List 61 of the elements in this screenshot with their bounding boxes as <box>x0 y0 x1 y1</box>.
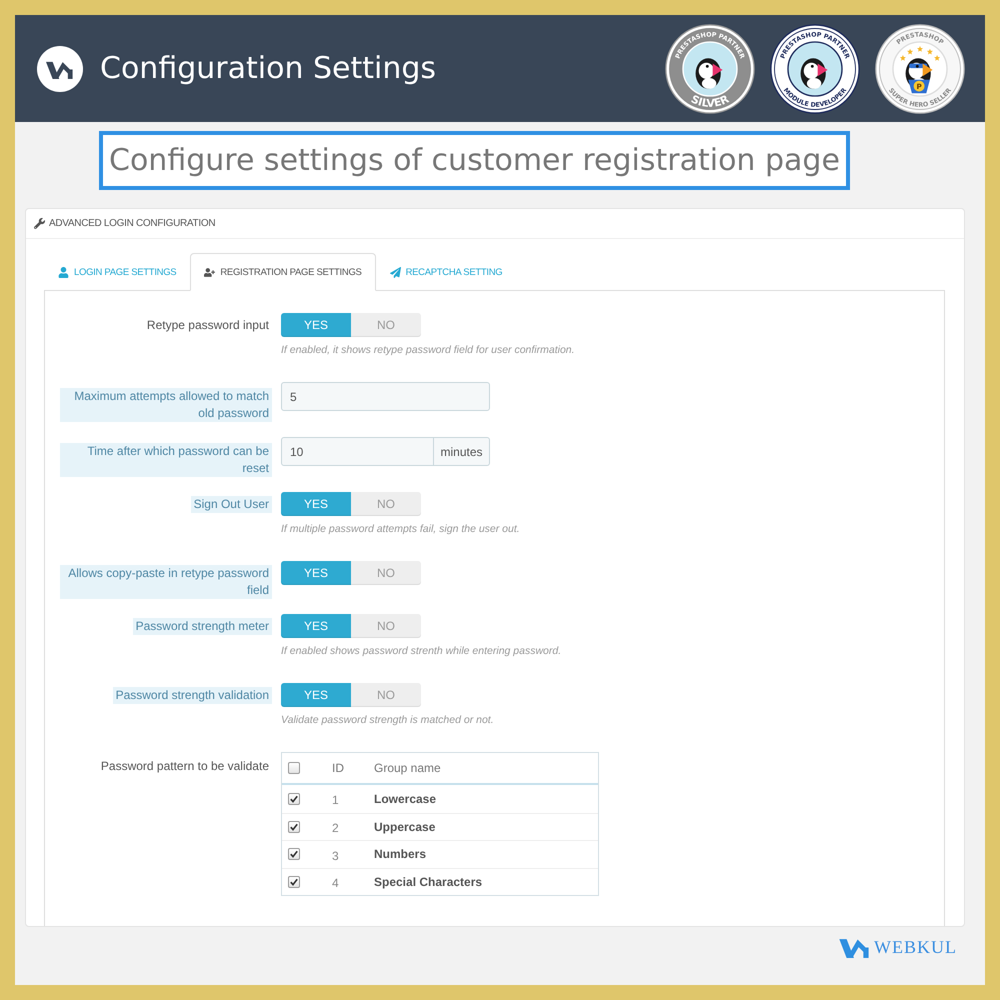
text-input[interactable]: 5 <box>281 382 490 411</box>
switch-option[interactable]: NO <box>351 614 421 638</box>
text-input[interactable]: 10 <box>281 437 434 466</box>
emblem-letter: P <box>916 81 922 90</box>
check-icon <box>290 822 298 831</box>
switch-option[interactable]: NO <box>351 561 421 585</box>
field-label: Password strength meter <box>132 618 272 635</box>
field-label: Password pattern to be validate <box>100 758 270 775</box>
logo-icon <box>37 46 83 92</box>
check-icon <box>290 850 298 858</box>
check-icon <box>290 878 298 886</box>
switch-option[interactable]: NO <box>351 313 421 337</box>
subtitle-banner: Configure settings of customer registration page <box>99 131 850 190</box>
switch-option[interactable]: YES <box>281 492 351 516</box>
tab[interactable]: LOGIN PAGE SETTINGS <box>44 253 190 291</box>
field-label: Allows copy-paste in retype password field <box>60 565 272 599</box>
help-text: Validate password strength is matched or not. <box>281 713 494 727</box>
field-label: Retype password input <box>146 317 270 334</box>
row-checkbox[interactable] <box>288 848 300 860</box>
page-title: Configuration Settings <box>100 50 436 86</box>
table-cell-text: 4 <box>332 875 339 890</box>
tab[interactable]: REGISTRATION PAGE SETTINGS <box>190 253 376 291</box>
field-label: Time after which password can be reset <box>60 443 272 477</box>
star-icon <box>917 46 923 52</box>
help-text: If multiple password attempts fail, sign the user out. <box>281 522 520 536</box>
row-checkbox[interactable] <box>288 820 300 833</box>
wrench-icon <box>34 218 45 229</box>
paper-plane-icon <box>390 266 401 278</box>
switch-option[interactable]: YES <box>281 683 351 707</box>
user-icon <box>58 266 69 278</box>
table-cell: Lowercase <box>374 792 436 806</box>
switch-option[interactable]: NO <box>351 683 421 707</box>
check-icon <box>290 794 298 803</box>
table-cell-text: 3 <box>332 848 339 863</box>
switch-option[interactable]: YES <box>281 313 351 337</box>
table-cell-text: 1 <box>332 792 339 808</box>
switch-option[interactable]: NO <box>351 492 421 516</box>
column-header: Group name <box>374 761 441 775</box>
row-checkbox[interactable] <box>288 792 300 805</box>
row-checkbox[interactable] <box>288 876 300 888</box>
table-cell: Numbers <box>374 847 426 862</box>
add-user-icon <box>204 266 216 278</box>
field-label: Maximum attempts allowed to match old password <box>60 388 272 422</box>
switch-option[interactable]: YES <box>281 614 351 638</box>
switch-option[interactable]: YES <box>281 561 351 585</box>
table-cell: Uppercase <box>374 820 436 834</box>
field-label: Password strength validation <box>112 687 272 704</box>
table-cell-text: 2 <box>332 820 339 836</box>
bird-icon <box>696 58 723 88</box>
badge-text: SILVER <box>689 92 731 110</box>
tab[interactable]: RECAPTCHA SETTING <box>376 253 516 291</box>
select-all-checkbox[interactable] <box>288 762 300 774</box>
table-cell: Special Characters <box>374 874 482 889</box>
panel-title: ADVANCED LOGIN CONFIGURATION <box>49 218 216 229</box>
column-header: ID <box>332 761 344 775</box>
help-text: If enabled shows password strenth while entering password. <box>281 644 562 658</box>
bird-icon <box>800 58 828 88</box>
help-text: If enabled, it shows retype password field for user confirmation. <box>281 343 575 357</box>
brand-name: WEBKUL <box>874 936 957 958</box>
field-label: Sign Out User <box>190 496 272 513</box>
unit-addon: minutes <box>434 437 490 466</box>
